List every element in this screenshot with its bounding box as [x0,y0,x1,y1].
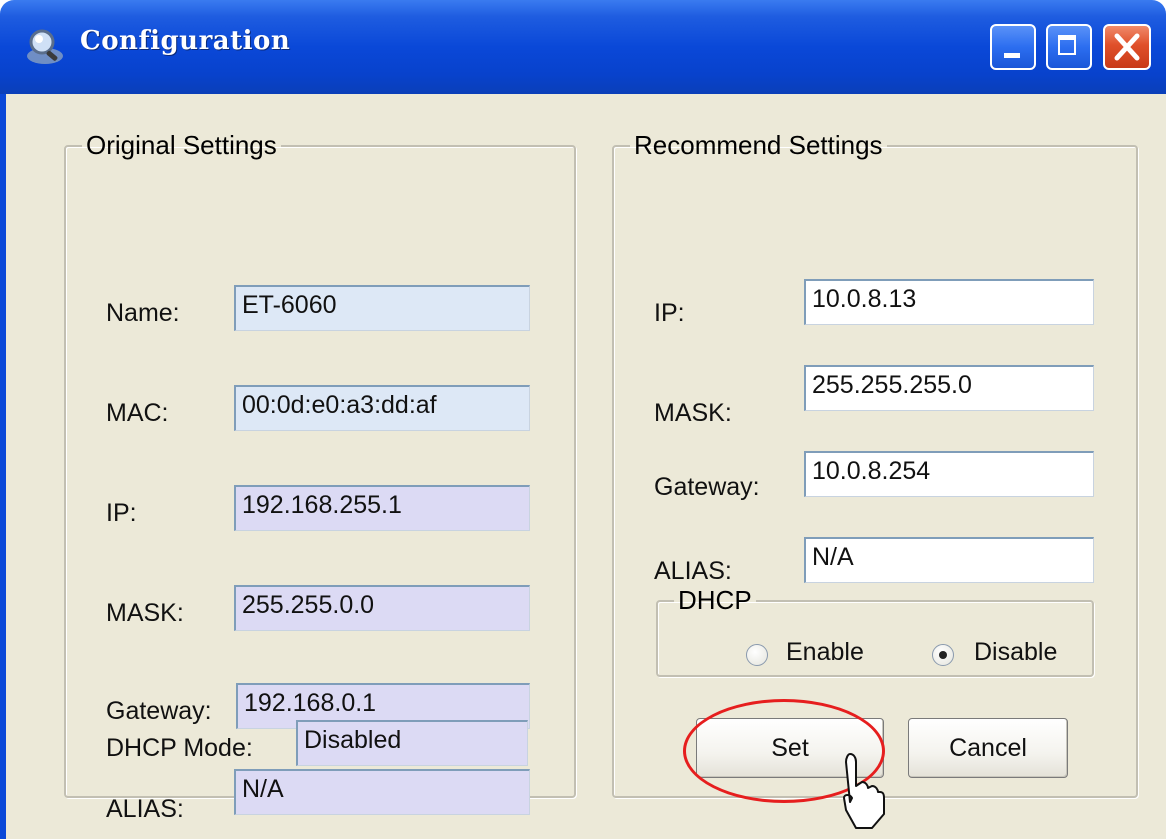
recommend-ip-label: IP: [654,299,685,327]
original-gateway-label: Gateway: [106,697,212,725]
dhcp-disable-label[interactable]: Disable [974,638,1057,667]
original-mac-label: MAC: [106,399,169,427]
window-title: Configuration [80,26,291,56]
original-name-label: Name: [106,299,180,327]
original-ip-field[interactable]: 192.168.255.1 [234,485,530,531]
recommend-gateway-input[interactable]: 10.0.8.254 [804,451,1094,497]
original-alias-field[interactable]: N/A [234,769,530,815]
original-settings-group: Original Settings Name: ET-6060 MAC: 00:… [64,130,576,823]
dhcp-group: DHCP Enable Disable [656,585,1094,677]
title-bar[interactable]: Configuration [0,0,1166,94]
recommend-alias-input[interactable]: N/A [804,537,1094,583]
recommend-mask-input[interactable]: 255.255.255.0 [804,365,1094,411]
recommend-settings-legend: Recommend Settings [634,130,883,160]
dhcp-disable-radio[interactable] [932,644,954,666]
original-ip-label: IP: [106,499,137,527]
minimize-button[interactable] [990,24,1036,70]
dhcp-enable-label[interactable]: Enable [786,638,864,667]
original-mask-field[interactable]: 255.255.0.0 [234,585,530,631]
recommend-settings-group: Recommend Settings IP: 10.0.8.13 MASK: 2… [612,130,1138,798]
recommend-alias-label: ALIAS: [654,557,732,585]
mouse-cursor-icon [843,753,885,829]
recommend-mask-label: MASK: [654,399,732,427]
recommend-gateway-label: Gateway: [654,473,760,501]
dialog-body: Original Settings Name: ET-6060 MAC: 00:… [0,94,1166,839]
original-alias-label: ALIAS: [106,795,184,823]
close-button[interactable] [1103,24,1151,70]
dhcp-legend: DHCP [678,585,752,615]
original-settings-legend: Original Settings [86,130,277,160]
cancel-button[interactable]: Cancel [908,718,1068,778]
original-name-field[interactable]: ET-6060 [234,285,530,331]
original-mask-label: MASK: [106,599,184,627]
close-icon [1114,33,1140,61]
original-mac-field[interactable]: 00:0d:e0:a3:dd:af [234,385,530,431]
configuration-window: Configuration Original Settings Name: ET… [0,0,1166,839]
recommend-ip-input[interactable]: 10.0.8.13 [804,279,1094,325]
dhcp-enable-radio[interactable] [746,644,768,666]
original-dhcp-mode-label: DHCP Mode: [106,734,253,762]
original-dhcp-mode-field[interactable]: Disabled [296,720,528,766]
maximize-button[interactable] [1046,24,1092,70]
magnifier-app-icon [27,29,63,64]
